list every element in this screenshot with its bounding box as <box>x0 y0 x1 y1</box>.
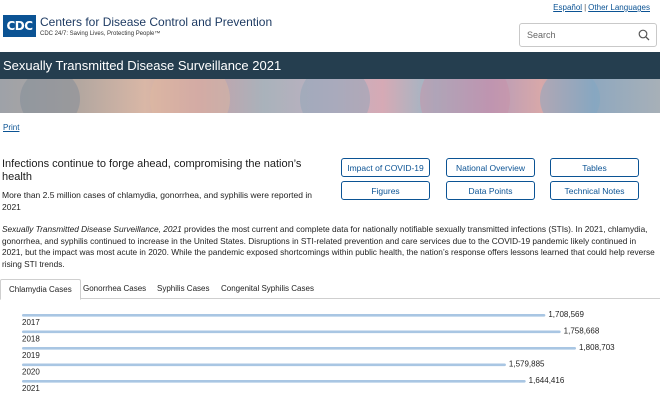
cdc-logo-mark: CDC <box>3 15 36 37</box>
banner-image <box>0 79 660 113</box>
value-label-2018: 1,758,668 <box>564 327 600 336</box>
lang-separator: | <box>584 3 587 12</box>
value-label-2019: 1,808,703 <box>579 343 615 352</box>
bar-2020[interactable] <box>22 363 506 367</box>
lead-subheading: More than 2.5 million cases of chlamydia… <box>2 190 312 212</box>
page-title-bar: Sexually Transmitted Disease Surveillanc… <box>0 52 660 79</box>
category-label-2021: 2021 <box>22 384 40 393</box>
category-label-2018: 2018 <box>22 335 40 344</box>
language-links: Español | Other Languages <box>553 3 650 12</box>
value-label-2021: 1,644,416 <box>529 376 565 385</box>
figures-button[interactable]: Figures <box>341 181 430 200</box>
bar-2017[interactable] <box>22 314 546 317</box>
search-icon[interactable] <box>638 29 650 41</box>
national-overview-button[interactable]: National Overview <box>446 158 535 177</box>
logo-name: Centers for Disease Control and Preventi… <box>40 14 273 29</box>
tab-bar: Chlamydia Cases Gonorrhea Cases Syphilis… <box>0 279 660 300</box>
data-points-button[interactable]: Data Points <box>446 181 535 200</box>
tab-gonorrhea-cases[interactable]: Gonorrhea Cases <box>75 279 154 299</box>
category-label-2017: 2017 <box>22 318 40 327</box>
page-title: Sexually Transmitted Disease Surveillanc… <box>3 58 282 73</box>
logo-tagline: CDC 24/7: Saving Lives, Protecting Peopl… <box>40 30 161 37</box>
category-label-2020: 2020 <box>22 368 40 377</box>
tab-syphilis-cases[interactable]: Syphilis Cases <box>149 279 217 299</box>
bar-2021[interactable] <box>22 380 526 383</box>
other-languages-link[interactable]: Other Languages <box>588 3 650 12</box>
intro-paragraph: Sexually Transmitted Disease Surveillanc… <box>2 224 658 270</box>
search-box <box>519 23 657 47</box>
category-label-2019: 2019 <box>22 351 40 360</box>
search-input[interactable] <box>520 24 630 46</box>
tab-congenital-syphilis-cases[interactable]: Congenital Syphilis Cases <box>213 279 322 299</box>
value-label-2020: 1,579,885 <box>509 360 545 369</box>
tab-chlamydia-cases[interactable]: Chlamydia Cases <box>0 279 81 300</box>
bar-2018[interactable] <box>22 330 561 334</box>
chart-svg: 1,708,569 2017 1,758,668 2018 1,808,703 2019 1… <box>22 310 615 393</box>
print-link[interactable]: Print <box>3 123 19 132</box>
chlamydia-bar-chart: 1,708,569 2017 1,758,668 2018 1,808,703 2019 1… <box>0 300 660 401</box>
lead-heading: Infections continue to forge ahead, comp… <box>2 158 302 183</box>
cdc-logo[interactable]: CDC Centers for Disease Control and Prev… <box>3 15 272 37</box>
value-label-2017: 1,708,569 <box>548 310 584 319</box>
espanol-link[interactable]: Español <box>553 3 582 12</box>
site-header: CDC Centers for Disease Control and Prev… <box>0 0 660 52</box>
tables-button[interactable]: Tables <box>550 158 639 177</box>
bar-2019[interactable] <box>22 347 576 350</box>
impact-of-covid-button[interactable]: Impact of COVID-19 <box>341 158 430 177</box>
intro-italic-title: Sexually Transmitted Disease Surveillanc… <box>2 224 182 234</box>
technical-notes-button[interactable]: Technical Notes <box>550 181 639 200</box>
